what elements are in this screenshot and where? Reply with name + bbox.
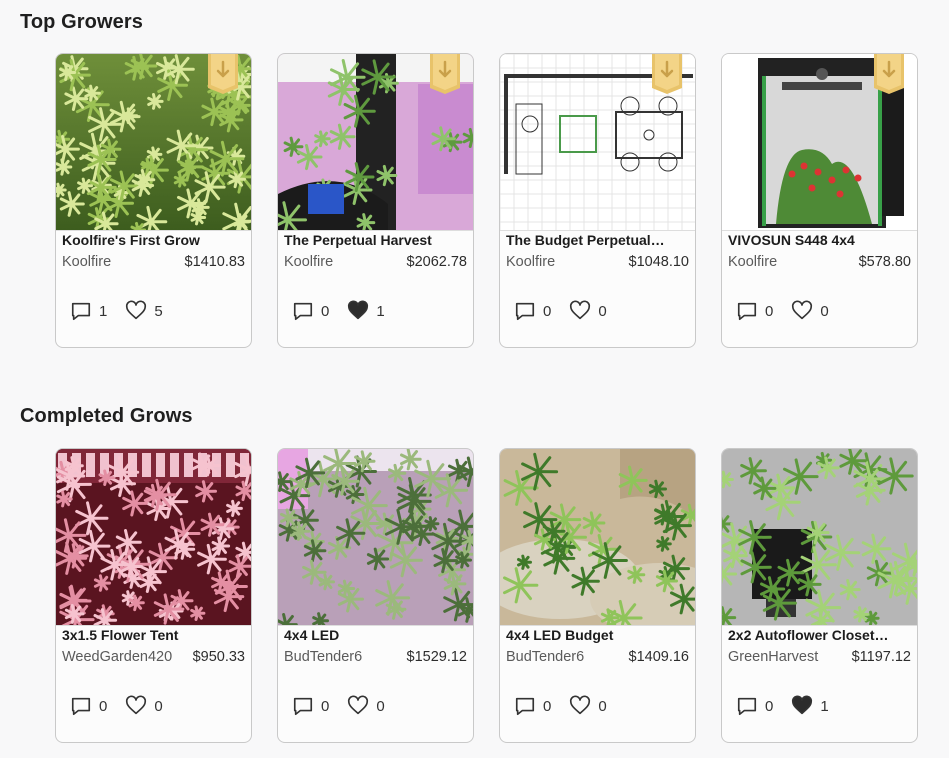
- grow-title[interactable]: Koolfire's First Grow: [62, 232, 245, 248]
- heart-icon: [125, 695, 154, 717]
- grow-author[interactable]: Koolfire: [506, 254, 555, 270]
- grow-card[interactable]: 2x2 Autoflower Closet… GreenHarvest $119…: [721, 448, 918, 743]
- grow-author[interactable]: BudTender6: [506, 649, 584, 665]
- like-count: 0: [820, 302, 829, 320]
- comment-button[interactable]: 0: [70, 695, 107, 717]
- like-button[interactable]: 5: [125, 300, 163, 322]
- grow-thumbnail[interactable]: [722, 449, 917, 626]
- comment-bubble-icon: [514, 695, 543, 717]
- heart-icon: [125, 300, 154, 322]
- grow-price: $2062.78: [406, 254, 467, 270]
- comment-button[interactable]: 0: [292, 300, 329, 322]
- comment-count: 0: [543, 302, 552, 320]
- comment-button[interactable]: 0: [292, 695, 329, 717]
- section-title-top-growers: Top Growers: [20, 11, 143, 33]
- like-count: 1: [820, 697, 829, 715]
- grow-author[interactable]: Koolfire: [728, 254, 777, 270]
- like-button[interactable]: 0: [569, 300, 607, 322]
- grow-title[interactable]: VIVOSUN S448 4x4: [728, 232, 911, 248]
- grow-card[interactable]: 3x1.5 Flower Tent WeedGarden420 $950.33 …: [55, 448, 252, 743]
- heart-icon: [347, 300, 376, 322]
- comment-bubble-icon: [70, 300, 99, 322]
- comment-count: 0: [321, 697, 330, 715]
- grow-card[interactable]: 4x4 LED Budget BudTender6 $1409.16 0 0: [499, 448, 696, 743]
- comment-bubble-icon: [292, 695, 321, 717]
- gold-ribbon-badge-icon: [207, 54, 239, 94]
- grow-thumbnail[interactable]: [56, 54, 251, 231]
- grow-card[interactable]: The Budget Perpetual… Koolfire $1048.10 …: [499, 53, 696, 348]
- comment-button[interactable]: 1: [70, 300, 107, 322]
- grow-price: $1048.10: [628, 254, 689, 270]
- comment-button[interactable]: 0: [514, 300, 551, 322]
- comment-bubble-icon: [736, 300, 765, 322]
- heart-icon: [791, 695, 820, 717]
- grow-author[interactable]: GreenHarvest: [728, 649, 818, 665]
- comment-count: 0: [765, 697, 774, 715]
- like-count: 0: [376, 697, 385, 715]
- comment-button[interactable]: 0: [736, 300, 773, 322]
- grow-price: $578.80: [858, 254, 911, 270]
- like-button[interactable]: 0: [347, 695, 385, 717]
- comment-count: 0: [99, 697, 108, 715]
- grow-card[interactable]: 4x4 LED BudTender6 $1529.12 0 0: [277, 448, 474, 743]
- comment-bubble-icon: [514, 300, 543, 322]
- comment-count: 1: [99, 302, 108, 320]
- heart-icon: [569, 695, 598, 717]
- grow-title[interactable]: 2x2 Autoflower Closet…: [728, 627, 911, 643]
- comment-count: 0: [543, 697, 552, 715]
- comment-bubble-icon: [292, 300, 321, 322]
- grow-title[interactable]: 4x4 LED: [284, 627, 467, 643]
- like-button[interactable]: 1: [791, 695, 829, 717]
- completed-grows-grid: 3x1.5 Flower Tent WeedGarden420 $950.33 …: [55, 448, 921, 746]
- grow-title[interactable]: The Perpetual Harvest: [284, 232, 467, 248]
- like-button[interactable]: 0: [125, 695, 163, 717]
- comment-button[interactable]: 0: [514, 695, 551, 717]
- grow-thumbnail[interactable]: [500, 54, 695, 231]
- grow-price: $1197.12: [851, 649, 911, 665]
- like-count: 1: [376, 302, 385, 320]
- grow-title[interactable]: 4x4 LED Budget: [506, 627, 689, 643]
- comment-bubble-icon: [736, 695, 765, 717]
- grow-title[interactable]: 3x1.5 Flower Tent: [62, 627, 245, 643]
- gold-ribbon-badge-icon: [873, 54, 905, 94]
- grow-thumbnail[interactable]: [278, 449, 473, 626]
- comment-bubble-icon: [70, 695, 99, 717]
- grow-price: $1410.83: [184, 254, 245, 270]
- like-button[interactable]: 0: [791, 300, 829, 322]
- gold-ribbon-badge-icon: [651, 54, 683, 94]
- grow-author[interactable]: Koolfire: [62, 254, 111, 270]
- comment-button[interactable]: 0: [736, 695, 773, 717]
- like-count: 0: [598, 697, 607, 715]
- grow-price: $1529.12: [406, 649, 467, 665]
- like-button[interactable]: 0: [569, 695, 607, 717]
- grow-thumbnail[interactable]: [722, 54, 917, 231]
- top-growers-grid: Koolfire's First Grow Koolfire $1410.83 …: [55, 53, 921, 351]
- grow-card[interactable]: The Perpetual Harvest Koolfire $2062.78 …: [277, 53, 474, 348]
- grow-author[interactable]: Koolfire: [284, 254, 333, 270]
- like-count: 0: [598, 302, 607, 320]
- heart-icon: [347, 695, 376, 717]
- comment-count: 0: [321, 302, 330, 320]
- heart-icon: [791, 300, 820, 322]
- like-count: 5: [154, 302, 163, 320]
- like-button[interactable]: 1: [347, 300, 385, 322]
- grow-thumbnail[interactable]: [278, 54, 473, 231]
- section-title-completed-grows: Completed Grows: [20, 405, 193, 427]
- grow-author[interactable]: WeedGarden420: [62, 649, 172, 665]
- heart-icon: [569, 300, 598, 322]
- grow-author[interactable]: BudTender6: [284, 649, 362, 665]
- gold-ribbon-badge-icon: [429, 54, 461, 94]
- like-count: 0: [154, 697, 163, 715]
- grow-thumbnail[interactable]: [500, 449, 695, 626]
- comment-count: 0: [765, 302, 774, 320]
- grow-card[interactable]: Koolfire's First Grow Koolfire $1410.83 …: [55, 53, 252, 348]
- grow-price: $950.33: [192, 649, 245, 665]
- grow-card[interactable]: VIVOSUN S448 4x4 Koolfire $578.80 0 0: [721, 53, 918, 348]
- grow-price: $1409.16: [628, 649, 689, 665]
- grow-title[interactable]: The Budget Perpetual…: [506, 232, 689, 248]
- grow-thumbnail[interactable]: [56, 449, 251, 626]
